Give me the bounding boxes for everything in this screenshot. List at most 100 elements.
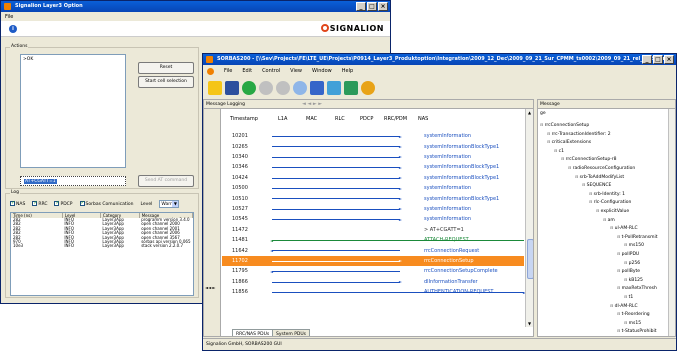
tree-node[interactable]: ⊟ ms150 <box>624 242 644 248</box>
col-nas[interactable]: NAS <box>418 116 428 122</box>
arrow-right-icon: ► <box>398 185 402 191</box>
close-button[interactable]: × <box>664 55 674 64</box>
tree-node[interactable]: ⊟ p256 <box>624 260 640 266</box>
command-input[interactable]: AT+CGATT=1 <box>20 176 126 186</box>
menu-help[interactable]: Help <box>342 68 353 74</box>
export-icon[interactable] <box>344 81 358 95</box>
log-row[interactable]: 10e3 INFO Layer3App stack version 2.2.0.7 <box>11 243 193 249</box>
tree-node[interactable]: ⊟ srb-Identity: 1 <box>589 191 625 197</box>
message-row[interactable]: 10500 ► systemInformation <box>222 183 524 193</box>
message-row[interactable]: 11472 > AT+CGATT=1 <box>222 225 524 235</box>
start-cell-selection-button[interactable]: Start cell selection <box>138 76 194 88</box>
message-row[interactable]: 10340 ► systemInformation <box>222 152 524 162</box>
child-window-icon <box>207 67 214 75</box>
level-select[interactable]: Warn ▼ <box>159 200 180 208</box>
message-row[interactable]: 10346 ► systemInformationBlockType1 <box>222 162 524 172</box>
minimize-button[interactable]: _ <box>642 55 652 64</box>
filter-rrc[interactable]: RRC <box>32 200 47 207</box>
tree-node[interactable]: ⊟ am <box>603 217 615 223</box>
tree-node[interactable]: ⊟ t1 <box>624 294 633 300</box>
col-rrc-pdm[interactable]: RRC/PDM <box>384 116 407 122</box>
filter-sorbas[interactable]: Sorbas Comunication <box>79 200 133 207</box>
message-scrollbar[interactable]: ▲ ▼ <box>525 109 533 327</box>
folder-icon[interactable] <box>208 81 222 95</box>
col-rlc[interactable]: RLC <box>335 116 345 122</box>
globe-icon[interactable] <box>361 81 375 95</box>
message-row[interactable]: 11642 ◄ rrcConnectionRequest <box>222 245 524 255</box>
pause-icon[interactable] <box>259 81 273 95</box>
tree-node[interactable]: ⊟ rrc-TransactionIdentifier: 2 <box>547 131 611 137</box>
menu-control[interactable]: Control <box>262 68 280 74</box>
message-row[interactable]: 11481 ◄ ATTACH-REQUEST <box>222 235 524 245</box>
col-pdcp[interactable]: PDCP <box>360 116 373 122</box>
close-button[interactable]: × <box>378 2 388 11</box>
tree-node[interactable]: ⊟ t-Reordering <box>617 311 650 317</box>
menu-window[interactable]: Window <box>312 68 332 74</box>
stop-icon[interactable] <box>276 81 290 95</box>
play-icon[interactable] <box>242 81 256 95</box>
message-arrow: ◄ <box>270 268 400 274</box>
scroll-thumb[interactable] <box>527 239 533 279</box>
message-row-selected[interactable]: 11702 ► rrcConnectionSetup <box>222 255 524 267</box>
message-name: rrcConnectionSetup <box>424 257 474 264</box>
scroll-up-icon[interactable]: ▲ <box>528 110 531 115</box>
tab-system-pdus[interactable]: System PDUs <box>272 329 311 336</box>
tree-node[interactable]: ⊟ t-StatusProhibit <box>617 328 656 334</box>
menu-edit[interactable]: Edit <box>242 68 252 74</box>
message-row[interactable]: 10265 ► systemInformationBlockType1 <box>222 141 524 151</box>
tree-node[interactable]: ⊟ criticalExtensions <box>547 139 591 145</box>
zoom-icon[interactable] <box>293 81 307 95</box>
message-row[interactable]: 10545 ► systemInformation <box>222 214 524 224</box>
tree-node[interactable]: ⊟ srb-ToAddModifyList <box>575 174 624 180</box>
tree-node[interactable]: ⊟ c1 <box>554 148 564 154</box>
tree-node[interactable]: ⊟ kB125 <box>624 277 643 283</box>
arrow-left-icon: ◄ <box>270 247 274 253</box>
message-row[interactable]: 10424 ► systemInformationBlockType1 <box>222 173 524 183</box>
reset-button[interactable]: Reset <box>138 62 194 74</box>
save-icon[interactable] <box>225 81 239 95</box>
arrow-left-icon: ◄ <box>270 268 274 274</box>
maximize-button[interactable]: □ <box>367 2 377 11</box>
maximize-button[interactable]: □ <box>653 55 663 64</box>
tree-node[interactable]: ⊟ ul-AM-RLC <box>610 225 638 231</box>
minimize-button[interactable]: _ <box>356 2 366 11</box>
tree-node[interactable]: ⊟ SEQUENCE <box>582 182 611 188</box>
menu-view[interactable]: View <box>290 68 302 74</box>
message-row[interactable]: 11856►AUTHENTICATION-REQUEST <box>222 287 526 297</box>
col-mac[interactable]: MAC <box>306 116 317 122</box>
tab-rrc-nas-pdus[interactable]: RRC/NAS PDUs <box>232 329 274 336</box>
message-row[interactable]: 10510 ► systemInformationBlockType1 <box>222 193 524 203</box>
tree-node[interactable]: ⊟ maxRetxThresh <box>617 285 657 291</box>
tree-node[interactable]: ⊟ rlc-Configuration <box>589 199 631 205</box>
tree-node[interactable]: ⊟ rrcConnectionSetup-r8 <box>561 156 617 162</box>
tree-node[interactable]: ⊟ pollPDU <box>617 251 639 257</box>
filter-pdcp[interactable]: PDCP <box>54 200 73 207</box>
tree-node[interactable]: ⊟ radioResourceConfiguration <box>568 165 635 171</box>
panel-nav[interactable]: ◄ ◄ ► ► <box>302 101 322 107</box>
tree-node[interactable]: ⊟ explicitValue <box>596 208 629 214</box>
message-row[interactable]: 10201 ► systemInformation <box>222 131 524 141</box>
detail-scrollbar[interactable] <box>668 109 675 336</box>
tree-node[interactable]: ⊟ t-PollRetransmit <box>617 234 657 240</box>
col-l1a[interactable]: L1A <box>278 116 287 122</box>
send-at-command-button[interactable]: Send AT command <box>138 175 194 187</box>
filter-icon[interactable] <box>310 81 324 95</box>
log-cell: Layer3App <box>102 243 124 249</box>
message-row[interactable]: 11866 ► dlInformationTransfer <box>222 277 524 287</box>
tree-node[interactable]: ⊟ rrcConnectionSetup <box>540 122 589 128</box>
tree-node[interactable]: ⊟ ms15 <box>624 320 641 326</box>
actions-textarea[interactable]: >OK <box>20 54 126 168</box>
scroll-down-icon[interactable]: ▼ <box>528 321 531 326</box>
tree-node-label: rlc-Configuration <box>593 200 632 206</box>
menu-file[interactable]: File <box>5 14 13 20</box>
tree-node[interactable]: ⊟ dl-AM-RLC <box>610 303 638 309</box>
settings-icon[interactable] <box>327 81 341 95</box>
col-timestamp[interactable]: Timestamp <box>230 116 258 122</box>
menu-file[interactable]: File <box>224 68 232 74</box>
tree-node-label: SEQUENCE <box>586 183 612 189</box>
tree-node[interactable]: ⊟ pollByte <box>617 268 640 274</box>
message-row[interactable]: 10527 ► systemInformation <box>222 204 524 214</box>
gutter-nav[interactable]: ◄◄ ► <box>205 285 216 290</box>
message-row[interactable]: 11795 ◄ rrcConnectionSetupComplete <box>222 266 524 276</box>
filter-nas[interactable]: NAS <box>10 200 25 207</box>
